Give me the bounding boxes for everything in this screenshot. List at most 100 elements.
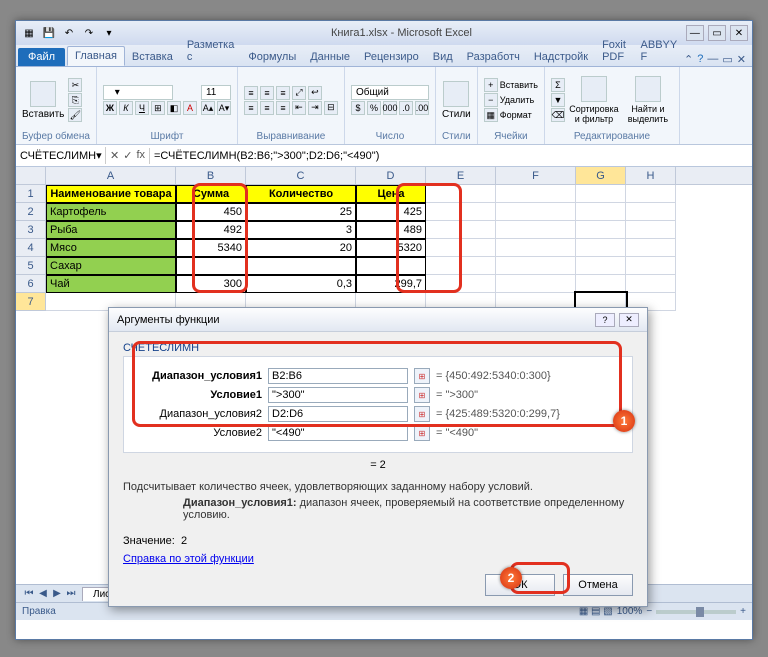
cell[interactable]: 25 — [246, 203, 356, 221]
header-cell[interactable]: Наименование товара — [46, 185, 176, 203]
cell[interactable]: 0,3 — [246, 275, 356, 293]
cell[interactable]: Чай — [46, 275, 176, 293]
prev-sheet-icon[interactable]: ◀ — [36, 588, 50, 599]
italic-icon[interactable]: К — [119, 101, 133, 115]
tab-foxit[interactable]: Foxit PDF — [595, 36, 633, 66]
cell[interactable] — [626, 221, 676, 239]
align-mid-icon[interactable]: ≡ — [260, 86, 274, 100]
zoom-slider[interactable] — [656, 610, 736, 614]
doc-min-icon[interactable]: — — [707, 53, 718, 66]
sort-filter-icon[interactable] — [581, 76, 607, 102]
row-header[interactable]: 4 — [16, 239, 46, 257]
cell[interactable]: 5320 — [356, 239, 426, 257]
wrap-icon[interactable]: ↩ — [308, 86, 322, 100]
insert-cell-label[interactable]: Вставить — [500, 78, 538, 92]
cell[interactable] — [176, 257, 246, 275]
ribbon-minimize-icon[interactable]: ⌃ — [684, 53, 693, 66]
cell[interactable]: Сахар — [46, 257, 176, 275]
view-buttons[interactable]: ▦ ▤ ▧ — [579, 606, 613, 617]
grow-font-icon[interactable]: A▴ — [201, 101, 215, 115]
cell[interactable]: 492 — [176, 221, 246, 239]
tab-view[interactable]: Вид — [426, 48, 460, 66]
clear-icon[interactable]: ⌫ — [551, 108, 565, 122]
arg-input[interactable] — [268, 406, 408, 422]
bold-icon[interactable]: Ж — [103, 101, 117, 115]
row-header[interactable]: 1 — [16, 185, 46, 203]
zoom-level[interactable]: 100% — [617, 606, 643, 617]
cell[interactable] — [576, 239, 626, 257]
cell[interactable] — [576, 221, 626, 239]
align-center-icon[interactable]: ≡ — [260, 101, 274, 115]
cell[interactable]: 450 — [176, 203, 246, 221]
col-header-B[interactable]: B — [176, 167, 246, 184]
styles-icon[interactable] — [443, 81, 469, 107]
select-all-corner[interactable] — [16, 167, 46, 184]
col-header-A[interactable]: A — [46, 167, 176, 184]
align-left-icon[interactable]: ≡ — [244, 101, 258, 115]
cell[interactable] — [626, 257, 676, 275]
inc-dec-icon[interactable]: .0 — [399, 101, 413, 115]
format-cell-label[interactable]: Формат — [500, 108, 532, 122]
cell[interactable] — [496, 239, 576, 257]
row-header[interactable]: 7 — [16, 293, 46, 311]
cell[interactable] — [356, 257, 426, 275]
merge-icon[interactable]: ⊟ — [324, 101, 338, 115]
range-select-icon[interactable]: ⊞ — [414, 406, 430, 422]
cell[interactable]: 300 — [176, 275, 246, 293]
cell[interactable]: 20 — [246, 239, 356, 257]
col-header-E[interactable]: E — [426, 167, 496, 184]
doc-max-icon[interactable]: ▭ — [722, 53, 732, 66]
cell[interactable] — [626, 275, 676, 293]
fill-icon[interactable]: ▼ — [551, 93, 565, 107]
cell[interactable] — [626, 203, 676, 221]
zoom-out-icon[interactable]: − — [646, 606, 652, 617]
arg-input[interactable] — [268, 387, 408, 403]
save-icon[interactable]: 💾 — [40, 25, 58, 41]
first-sheet-icon[interactable]: ⏮ — [22, 588, 36, 599]
cell[interactable] — [426, 203, 496, 221]
delete-cell-label[interactable]: Удалить — [500, 93, 534, 107]
cell[interactable]: 425 — [356, 203, 426, 221]
orient-icon[interactable]: ⤢ — [292, 86, 306, 100]
underline-icon[interactable]: Ч — [135, 101, 149, 115]
tab-abbyy[interactable]: ABBYY F — [634, 36, 685, 66]
help-link[interactable]: Справка по этой функции — [123, 553, 254, 565]
cell[interactable] — [576, 275, 626, 293]
name-box[interactable]: СЧЁТЕСЛИМН▾ — [16, 147, 106, 164]
cell[interactable]: Мясо — [46, 239, 176, 257]
cell[interactable] — [496, 221, 576, 239]
arg-input[interactable] — [268, 425, 408, 441]
col-header-G[interactable]: G — [576, 167, 626, 184]
close-button[interactable]: ✕ — [730, 25, 748, 41]
row-header[interactable]: 6 — [16, 275, 46, 293]
cell[interactable]: 489 — [356, 221, 426, 239]
align-right-icon[interactable]: ≡ — [276, 101, 290, 115]
tab-addins[interactable]: Надстройк — [527, 48, 595, 66]
insert-cell-icon[interactable]: + — [484, 78, 498, 92]
currency-icon[interactable]: $ — [351, 101, 365, 115]
delete-cell-icon[interactable]: − — [484, 93, 498, 107]
cell[interactable] — [426, 239, 496, 257]
col-header-H[interactable]: H — [626, 167, 676, 184]
autosum-icon[interactable]: Σ — [551, 78, 565, 92]
fill-color-icon[interactable]: ◧ — [167, 101, 181, 115]
cut-icon[interactable]: ✂ — [68, 78, 82, 92]
help-icon[interactable]: ? — [697, 53, 703, 66]
header-cell[interactable]: Цена — [356, 185, 426, 203]
last-sheet-icon[interactable]: ⏭ — [64, 588, 78, 599]
cell[interactable]: Картофель — [46, 203, 176, 221]
range-select-icon[interactable]: ⊞ — [414, 387, 430, 403]
dec-dec-icon[interactable]: .00 — [415, 101, 429, 115]
cell[interactable] — [626, 185, 676, 203]
qat-dropdown-icon[interactable]: ▾ — [100, 25, 118, 41]
number-format-dropdown[interactable]: Общий — [351, 85, 429, 100]
col-header-C[interactable]: C — [246, 167, 356, 184]
maximize-button[interactable]: ▭ — [708, 25, 726, 41]
indent-inc-icon[interactable]: ⇥ — [308, 101, 322, 115]
cell[interactable] — [426, 275, 496, 293]
font-name-dropdown[interactable]: ▾ — [103, 85, 173, 100]
cancel-formula-icon[interactable]: ✕ — [110, 149, 119, 162]
dialog-close-icon[interactable]: ✕ — [619, 313, 639, 327]
cell[interactable] — [576, 203, 626, 221]
header-cell[interactable]: Количество — [246, 185, 356, 203]
